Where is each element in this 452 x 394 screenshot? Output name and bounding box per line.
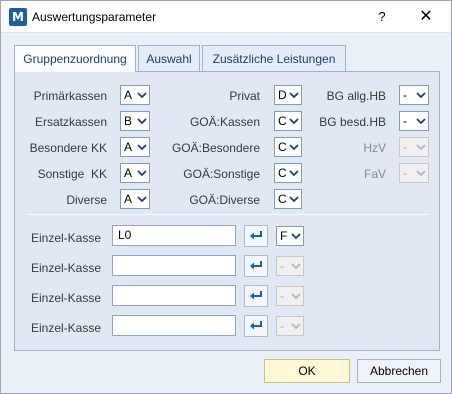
select-diverse[interactable]: A [120,189,150,209]
label-sonstige-kk: Sonstige KK [37,167,107,181]
select-privat[interactable]: D [274,85,302,105]
label-primaerkassen: Primärkassen [33,89,107,103]
select-ersatzkassen[interactable]: B [120,111,150,131]
einzel-kasse-input-3[interactable] [112,285,236,306]
label-einzel-kasse-1: Einzel-Kasse [30,231,101,245]
tab-zusaetzliche-leistungen[interactable]: Zusätzliche Leistungen [202,45,346,71]
select-einzel-kasse-group-3: - [276,286,304,306]
einzel-kasse-input-2[interactable] [112,255,236,276]
chevron-down-icon [137,90,147,100]
tab-auswahl[interactable]: Auswahl [138,45,200,71]
chevron-down-icon [291,291,301,301]
select-goae-sonstige[interactable]: C [274,163,302,183]
chevron-down-icon [289,168,299,178]
enter-button-3[interactable] [244,285,268,307]
help-button[interactable]: ? [369,6,395,28]
cancel-button[interactable]: Abbrechen [357,359,441,383]
label-diverse: Diverse [66,193,107,207]
label-einzel-kasse-4: Einzel-Kasse [30,321,101,335]
chevron-down-icon [416,142,426,152]
label-besondere-kk: Besondere KK [29,141,107,155]
title-bar: M Auswertungsparameter ? ✕ [1,1,451,33]
label-goae-besondere: GOÄ:Besondere [171,141,260,155]
select-sonstige-kk[interactable]: A [120,163,150,183]
label-fav: FaV [363,167,386,181]
select-einzel-kasse-group-4: - [276,316,304,336]
select-goae-besondere[interactable]: C [274,137,302,157]
select-bg-besd-hb[interactable]: - [399,111,429,131]
enter-button-2[interactable] [244,255,268,277]
tab-panel-gruppenzuordnung: Primärkassen A Ersatzkassen B Besondere … [14,71,440,351]
chevron-down-icon [416,168,426,178]
einzel-kasse-input-1[interactable]: L0 [112,225,236,246]
label-einzel-kasse-3: Einzel-Kasse [30,291,101,305]
chevron-down-icon [291,321,301,331]
label-goae-kassen: GOÄ:Kassen [189,115,260,129]
chevron-down-icon [137,168,147,178]
app-icon: M [9,8,27,26]
enter-button-1[interactable] [244,225,268,247]
chevron-down-icon [289,194,299,204]
einzel-kasse-input-4[interactable] [112,315,236,336]
chevron-down-icon [137,142,147,152]
select-goae-diverse[interactable]: C [274,189,302,209]
ok-button[interactable]: OK [264,359,350,383]
label-hzv: HzV [363,141,386,155]
label-goae-diverse: GOÄ:Diverse [189,193,260,207]
close-button[interactable]: ✕ [413,6,439,28]
label-privat: Privat [229,89,260,103]
chevron-down-icon [289,116,299,126]
label-bg-allg-hb: BG allg.HB [326,89,386,103]
chevron-down-icon [291,231,301,241]
select-primaerkassen[interactable]: A [120,85,150,105]
select-bg-allg-hb[interactable]: - [399,85,429,105]
chevron-down-icon [289,90,299,100]
select-einzel-kasse-group-1[interactable]: F [276,226,304,246]
label-bg-besd-hb: BG besd.HB [319,115,386,129]
chevron-down-icon [137,194,147,204]
chevron-down-icon [416,116,426,126]
chevron-down-icon [416,90,426,100]
separator [27,214,429,215]
enter-button-4[interactable] [244,315,268,337]
select-hzv: - [399,137,429,157]
select-einzel-kasse-group-2: - [276,256,304,276]
chevron-down-icon [137,116,147,126]
chevron-down-icon [289,142,299,152]
select-goae-kassen[interactable]: C [274,111,302,131]
window-title: Auswertungsparameter [32,10,157,24]
select-besondere-kk[interactable]: A [120,137,150,157]
label-ersatzkassen: Ersatzkassen [34,115,107,129]
label-einzel-kasse-2: Einzel-Kasse [30,261,101,275]
label-goae-sonstige: GOÄ:Sonstige [183,167,260,181]
tab-gruppenzuordnung[interactable]: Gruppenzuordnung [14,45,136,72]
chevron-down-icon [291,261,301,271]
dialog-window: M Auswertungsparameter ? ✕ Gruppenzuordn… [0,0,452,394]
select-fav: - [399,163,429,183]
